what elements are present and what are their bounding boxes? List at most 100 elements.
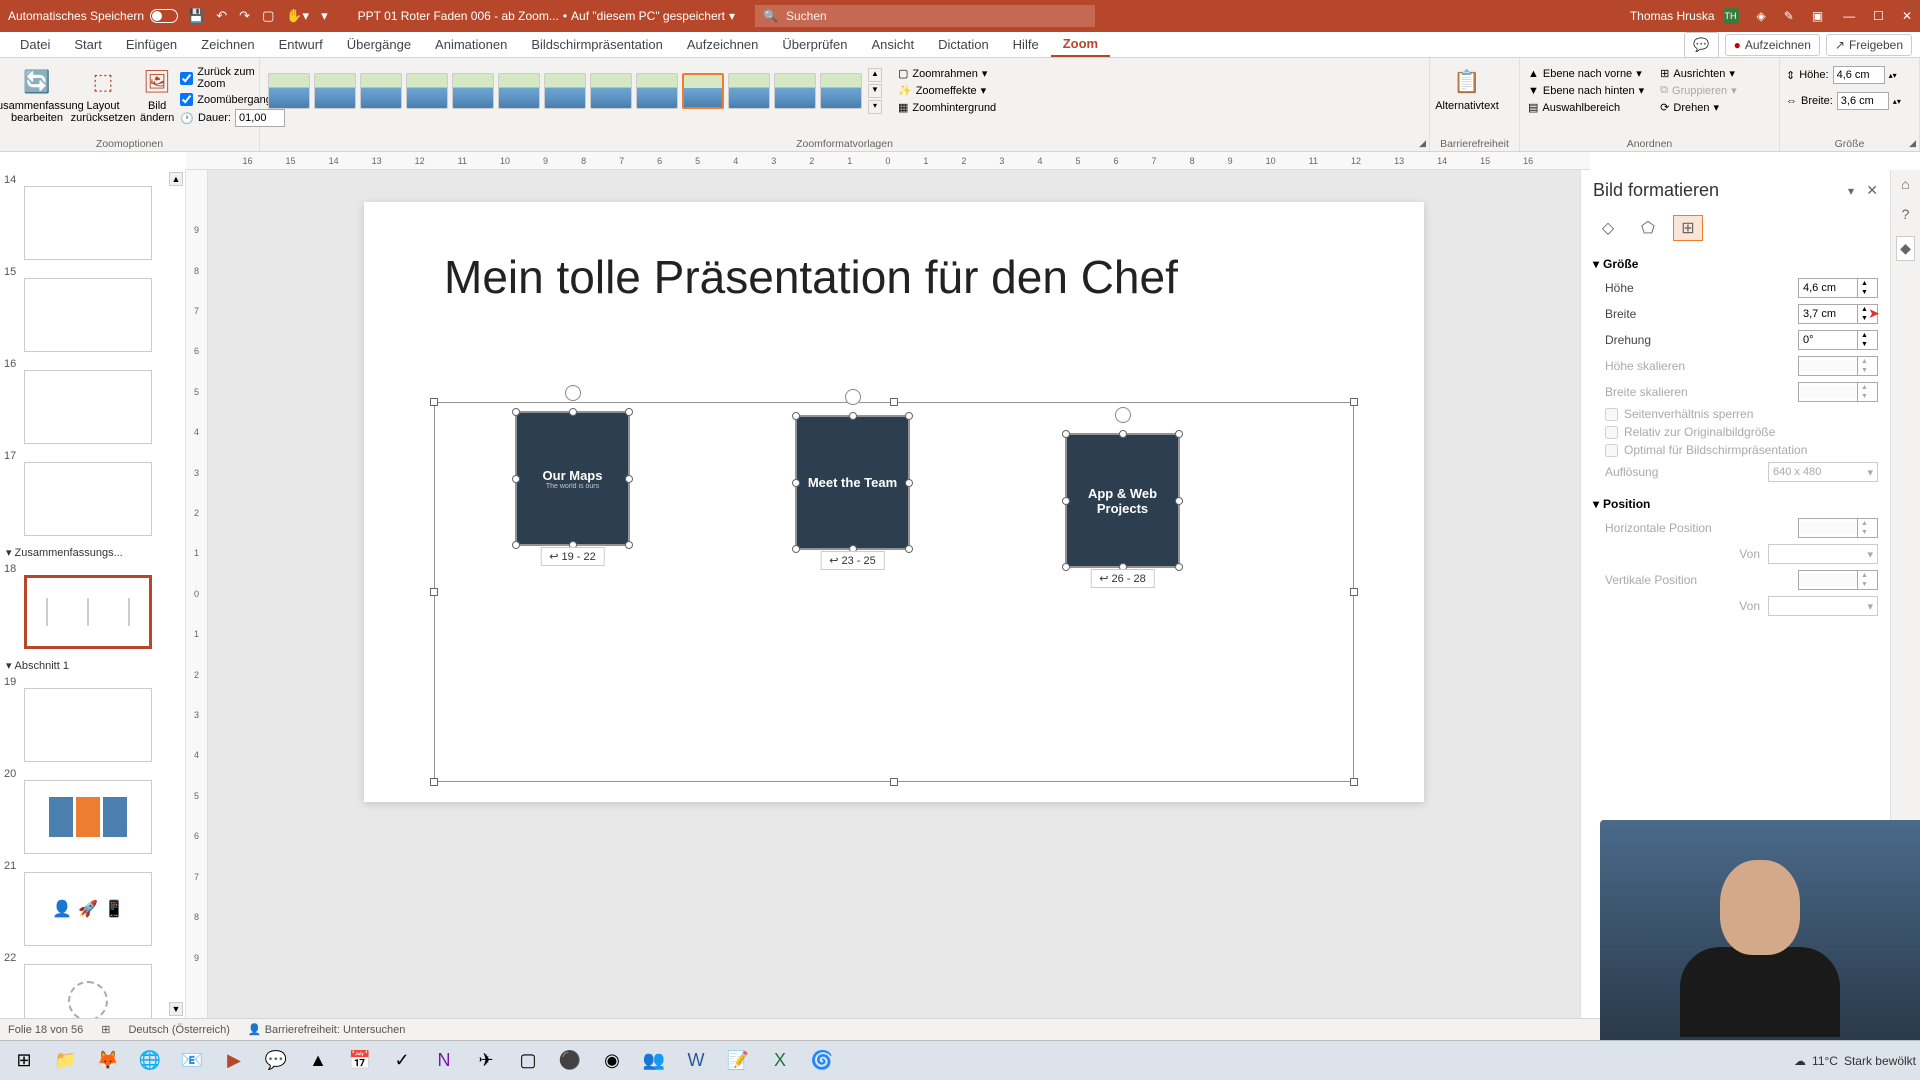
tab-dictation[interactable]: Dictation [926, 32, 1001, 57]
slide-canvas-viewport[interactable]: Mein tolle Präsentation für den Chef ⟳ O… [208, 170, 1580, 1018]
chevron-down-icon[interactable]: ▾ [729, 9, 735, 23]
auswahlbereich-button[interactable]: ▤Auswahlbereich [1526, 100, 1646, 115]
slide-thumb-18[interactable] [24, 575, 152, 649]
vlc-icon[interactable]: ▲ [298, 1044, 338, 1078]
freigeben-button[interactable]: ↗Freigeben [1826, 34, 1912, 56]
obs-icon[interactable]: ⚫ [550, 1044, 590, 1078]
ausrichten-button[interactable]: ⊞Ausrichten▾ [1658, 66, 1738, 81]
dialog-launcher-icon[interactable]: ◢ [1419, 138, 1426, 149]
autosave-switch[interactable] [150, 9, 178, 23]
format-strip-icon[interactable]: ◆ [1896, 236, 1915, 261]
start-button[interactable]: ⊞ [4, 1044, 44, 1078]
diamond-icon[interactable]: ◈ [1757, 9, 1766, 23]
pane-hoehe-input[interactable] [1799, 282, 1857, 294]
section-1[interactable]: ▾Abschnitt 1 [4, 655, 179, 676]
pane-tab-fill[interactable]: ◇ [1593, 215, 1623, 241]
ebene-vorne-button[interactable]: ▲Ebene nach vorne▾ [1526, 66, 1646, 81]
comments-icon[interactable]: 💬 [1684, 32, 1718, 58]
slide-thumb-22[interactable] [24, 964, 152, 1018]
weather-widget[interactable]: ☁ 11°C Stark bewölkt [1794, 1054, 1916, 1068]
rotate-handle-icon[interactable]: ⟳ [565, 385, 581, 401]
size-dialog-launcher-icon[interactable]: ◢ [1909, 138, 1916, 149]
tab-ansicht[interactable]: Ansicht [859, 32, 926, 57]
zoomrahmen-button[interactable]: ▢Zoomrahmen▾ [896, 66, 998, 81]
layout-button[interactable]: ⬚Layout zurücksetzen [72, 64, 134, 126]
aufzeichnen-button[interactable]: ●Aufzeichnen [1725, 34, 1820, 56]
thumb-scroll-down[interactable]: ▼ [169, 1002, 183, 1016]
touch-icon[interactable]: ✋▾ [286, 8, 309, 24]
slide-canvas[interactable]: Mein tolle Präsentation für den Chef ⟳ O… [364, 202, 1424, 802]
slide-thumb-19[interactable]: Our MapsThe world is ours [24, 688, 152, 762]
tab-zeichnen[interactable]: Zeichnen [189, 32, 266, 57]
help-strip-icon[interactable]: ? [1902, 206, 1910, 222]
qat-more-icon[interactable]: ▾ [321, 8, 328, 24]
teams-icon[interactable]: 👥 [634, 1044, 674, 1078]
window-icon[interactable]: ▣ [1812, 9, 1823, 23]
excel-icon[interactable]: X [760, 1044, 800, 1078]
rotate-handle-icon[interactable]: ⟳ [845, 389, 861, 405]
spin-up-icon[interactable]: ▲ [1858, 305, 1871, 314]
user-area[interactable]: Thomas Hruska TH ◈ ✎ ▣ [1630, 8, 1823, 24]
spin-down-icon[interactable]: ▼ [1858, 288, 1871, 297]
slideshow-icon[interactable]: ▢ [262, 8, 274, 24]
telegram-icon[interactable]: ✈ [466, 1044, 506, 1078]
bild-aendern-button[interactable]: 🖼Bild ändern [138, 64, 176, 126]
section-groesse-toggle[interactable]: ▾Größe [1593, 253, 1878, 275]
maximize-icon[interactable]: ☐ [1873, 9, 1884, 23]
section-position-toggle[interactable]: ▾Position [1593, 493, 1878, 515]
app2-icon[interactable]: ▢ [508, 1044, 548, 1078]
section-summary[interactable]: ▾Zusammenfassungs... [4, 542, 179, 563]
calendar-icon[interactable]: 📅 [340, 1044, 380, 1078]
edge-icon[interactable]: 🌀 [802, 1044, 842, 1078]
undo-icon[interactable]: ↶ [216, 8, 227, 24]
rotate-handle-icon[interactable]: ⟳ [1115, 407, 1131, 423]
pane-dropdown-icon[interactable]: ▾ [1848, 184, 1854, 198]
save-icon[interactable]: 💾 [188, 8, 204, 24]
autosave-toggle[interactable]: Automatisches Speichern [8, 9, 178, 23]
minimize-icon[interactable]: — [1843, 9, 1855, 23]
slide-thumb-15[interactable] [24, 278, 152, 352]
spin-down-icon[interactable]: ▼ [1858, 314, 1871, 323]
chrome-icon[interactable]: 🌐 [130, 1044, 170, 1078]
zoom-tile-1[interactable]: ⟳ Our Maps The world is ours ↩ 19 - 22 [515, 411, 630, 546]
pen-icon[interactable]: ✎ [1784, 9, 1794, 23]
tab-hilfe[interactable]: Hilfe [1001, 32, 1051, 57]
pane-breite-input[interactable] [1799, 308, 1857, 320]
todo-icon[interactable]: ✓ [382, 1044, 422, 1078]
gallery-down-icon[interactable]: ▼ [868, 84, 882, 98]
slide-title-text[interactable]: Mein tolle Präsentation für den Chef [444, 250, 1178, 304]
thumb-scroll-up[interactable]: ▲ [169, 172, 183, 186]
zoom-tile-2[interactable]: ⟳ Meet the Team ↩ 23 - 25 [795, 415, 910, 550]
spin-up-icon[interactable]: ▲ [1858, 331, 1871, 340]
firefox-icon[interactable]: 🦊 [88, 1044, 128, 1078]
app-icon[interactable]: 💬 [256, 1044, 296, 1078]
tab-ueberpruefen[interactable]: Überprüfen [770, 32, 859, 57]
alternativtext-button[interactable]: 📋Alternativtext [1436, 64, 1498, 114]
pane-tab-size[interactable]: ⊞ [1673, 215, 1703, 241]
tab-zoom[interactable]: Zoom [1051, 32, 1110, 57]
slide-thumb-17[interactable] [24, 462, 152, 536]
tab-entwurf[interactable]: Entwurf [267, 32, 335, 57]
status-access[interactable]: Barrierefreiheit: Untersuchen [265, 1024, 406, 1036]
explorer-icon[interactable]: 📁 [46, 1044, 86, 1078]
outlook-icon[interactable]: 📧 [172, 1044, 212, 1078]
powerpoint-icon[interactable]: ▶ [214, 1044, 254, 1078]
pane-drehung-input[interactable] [1799, 334, 1857, 346]
ebene-hinten-button[interactable]: ▼Ebene nach hinten▾ [1526, 83, 1646, 98]
zoomhintergrund-button[interactable]: ▦Zoomhintergrund [896, 100, 998, 115]
onenote-icon[interactable]: N [424, 1044, 464, 1078]
tab-bildschirm[interactable]: Bildschirmpräsentation [519, 32, 675, 57]
slide-thumb-20[interactable] [24, 780, 152, 854]
gallery-up-icon[interactable]: ▲ [868, 68, 882, 82]
pane-close-icon[interactable]: ✕ [1866, 182, 1878, 199]
status-lang[interactable]: Deutsch (Österreich) [128, 1024, 229, 1036]
status-folie[interactable]: Folie 18 von 56 [8, 1024, 83, 1036]
tab-uebergaenge[interactable]: Übergänge [335, 32, 423, 57]
zusammenfassung-button[interactable]: 🔄Zusammenfassung bearbeiten [6, 64, 68, 126]
ribbon-collapse-icon[interactable]: ˄ [1908, 2, 1914, 14]
spin-up-icon[interactable]: ▲ [1858, 279, 1871, 288]
filename-area[interactable]: PPT 01 Roter Faden 006 - ab Zoom... • Au… [358, 9, 735, 23]
word-icon[interactable]: W [676, 1044, 716, 1078]
pane-tab-effects[interactable]: ⬠ [1633, 215, 1663, 241]
zoomeffekte-button[interactable]: ✨Zoomeffekte▾ [896, 83, 998, 98]
